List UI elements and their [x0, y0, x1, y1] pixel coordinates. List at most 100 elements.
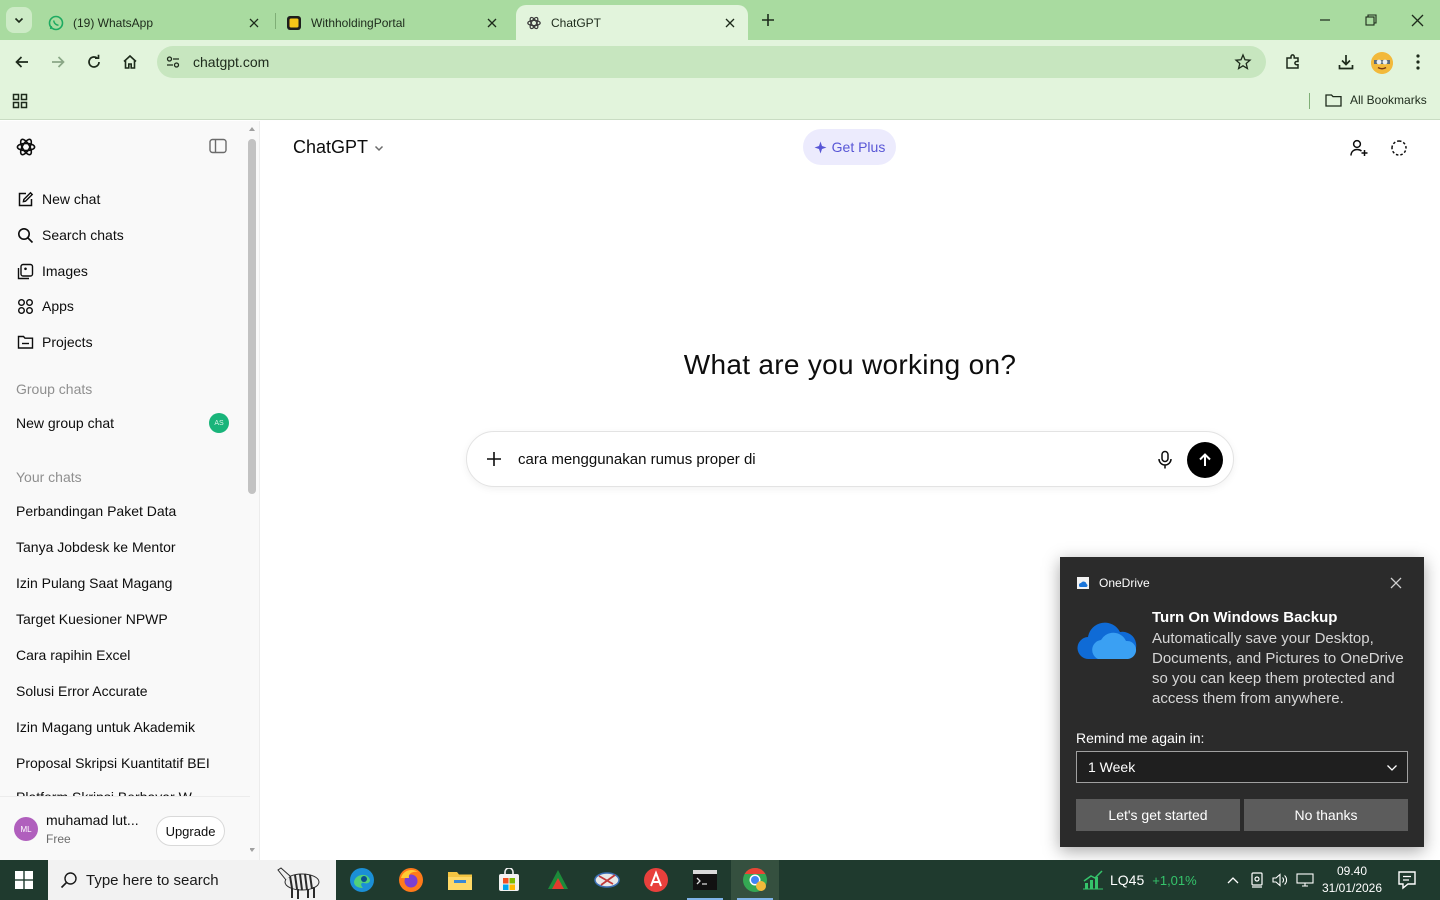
stock-change: +1,01%: [1152, 872, 1197, 888]
openai-logo-icon[interactable]: [15, 136, 37, 158]
address-bar[interactable]: chatgpt.com: [157, 46, 1266, 78]
close-tab-button[interactable]: [246, 15, 262, 31]
restore-button[interactable]: [1359, 8, 1383, 32]
notification-center-icon[interactable]: [1396, 869, 1418, 891]
close-icon[interactable]: [1390, 577, 1402, 589]
taskbar-file-explorer[interactable]: [436, 860, 484, 900]
bookmark-star-icon[interactable]: [1234, 53, 1252, 71]
close-tab-button[interactable]: [484, 15, 500, 31]
get-started-button[interactable]: Let's get started: [1076, 799, 1240, 831]
clock-date: 31/01/2026: [1321, 881, 1383, 895]
volume-button[interactable]: [1270, 870, 1290, 890]
chevron-down-icon: [1387, 765, 1397, 771]
chat-history-item[interactable]: Cara rapihin Excel: [16, 647, 236, 663]
start-button[interactable]: [0, 860, 48, 900]
home-button[interactable]: [118, 50, 142, 74]
user-name[interactable]: muhamad lut...: [46, 812, 139, 828]
show-hidden-icons-button[interactable]: [1223, 870, 1243, 890]
model-selector[interactable]: ChatGPT: [293, 137, 385, 158]
zebra-search-highlight-icon[interactable]: [266, 860, 332, 900]
all-bookmarks-label: All Bookmarks: [1350, 93, 1427, 107]
tab-search-button[interactable]: [6, 7, 32, 33]
sidebar-scrollbar[interactable]: [248, 139, 256, 494]
tab-whatsapp[interactable]: (19) WhatsApp: [38, 5, 272, 40]
network-icon: [1296, 873, 1314, 887]
sparkle-icon: [814, 141, 827, 153]
reload-button[interactable]: [82, 50, 106, 74]
minimize-button[interactable]: [1313, 8, 1337, 32]
tab-title: WithholdingPortal: [311, 15, 406, 30]
forward-button[interactable]: [46, 50, 70, 74]
search-icon: [60, 872, 77, 889]
taskbar-app-red[interactable]: [632, 860, 680, 900]
add-people-button[interactable]: [1348, 137, 1370, 159]
chat-history-item[interactable]: Target Kuesioner NPWP: [16, 611, 236, 627]
compose-icon: [16, 190, 34, 208]
taskbar-edge[interactable]: [338, 860, 386, 900]
chevron-down-icon: [375, 145, 384, 151]
prompt-composer[interactable]: cara menggunakan rumus proper di: [466, 431, 1234, 487]
edge-icon: [350, 868, 374, 892]
prompt-input[interactable]: cara menggunakan rumus proper di: [518, 451, 756, 468]
firefox-icon: [399, 868, 423, 892]
sidebar-item-projects[interactable]: Projects: [8, 325, 240, 359]
remind-interval-select[interactable]: 1 Week: [1076, 751, 1408, 783]
group-chats-heading: Group chats: [16, 381, 93, 397]
sidebar-item-new-chat[interactable]: New chat: [8, 182, 240, 216]
browser-tab-bar: (19) WhatsApp WithholdingPortal ChatGPT: [0, 0, 1440, 40]
tab-chatgpt[interactable]: ChatGPT: [516, 5, 748, 40]
new-group-chat-item[interactable]: New group chat: [16, 415, 196, 431]
downloads-button[interactable]: [1335, 51, 1357, 73]
plus-icon[interactable]: [483, 448, 505, 470]
avatar[interactable]: ML: [14, 817, 38, 841]
windows-taskbar: Type here to search LQ45 +1,01% 09.40 31…: [0, 860, 1440, 900]
sidebar-item-apps[interactable]: Apps: [8, 289, 240, 323]
get-plus-button[interactable]: Get Plus: [803, 129, 896, 165]
more-vertical-icon: [1416, 54, 1420, 70]
no-thanks-button[interactable]: No thanks: [1244, 799, 1408, 831]
sidebar-item-search-chats[interactable]: Search chats: [8, 218, 240, 252]
extensions-button[interactable]: [1282, 51, 1304, 73]
back-button[interactable]: [10, 50, 34, 74]
chat-history-item[interactable]: Perbandingan Paket Data: [16, 503, 236, 519]
chat-history-item[interactable]: Tanya Jobdesk ke Mentor: [16, 539, 236, 555]
microphone-icon[interactable]: [1157, 450, 1173, 470]
chat-history-item[interactable]: Solusi Error Accurate: [16, 683, 236, 699]
network-button[interactable]: [1295, 870, 1315, 890]
tab-withholding-portal[interactable]: WithholdingPortal: [276, 5, 510, 40]
tray-meet-icon[interactable]: [1247, 870, 1267, 890]
chat-history-item[interactable]: Izin Pulang Saat Magang: [16, 575, 236, 591]
model-name: ChatGPT: [293, 137, 369, 157]
sidebar-item-images[interactable]: Images: [8, 254, 240, 288]
apps-grid-icon[interactable]: [12, 93, 28, 109]
chevron-up-icon: [1227, 877, 1239, 884]
avatar-icon: [1371, 52, 1393, 74]
chat-history-item[interactable]: Izin Magang untuk Akademik: [16, 719, 236, 735]
sidebar-account-footer: ML muhamad lut... Free Upgrade: [0, 796, 250, 860]
close-window-button[interactable]: [1405, 8, 1429, 32]
taskbar-microsoft-store[interactable]: [485, 860, 533, 900]
close-tab-button[interactable]: [722, 15, 738, 31]
system-clock[interactable]: 09.40 31/01/2026: [1316, 863, 1388, 897]
sidebar-toggle-icon[interactable]: [209, 138, 227, 154]
globe-app-icon: [594, 872, 620, 888]
url-text: chatgpt.com: [193, 54, 270, 70]
profile-avatar[interactable]: [1371, 52, 1393, 74]
taskbar-terminal[interactable]: [681, 860, 729, 900]
chat-history-item[interactable]: Proposal Skripsi Kuantitatif BEI: [16, 755, 236, 771]
taskbar-chrome[interactable]: [731, 860, 779, 900]
all-bookmarks-button[interactable]: All Bookmarks: [1325, 93, 1427, 107]
taskbar-firefox[interactable]: [387, 860, 435, 900]
browser-menu-button[interactable]: [1407, 51, 1429, 73]
upgrade-button[interactable]: Upgrade: [156, 816, 225, 846]
new-tab-button[interactable]: [757, 9, 779, 31]
speaker-icon: [1272, 873, 1287, 887]
taskbar-app-green[interactable]: [534, 860, 582, 900]
scroll-up-icon[interactable]: [248, 125, 256, 133]
stock-widget[interactable]: LQ45 +1,01%: [1082, 870, 1197, 890]
sidebar-item-label: Apps: [42, 298, 74, 314]
onedrive-app-icon: [1077, 577, 1089, 589]
taskbar-app-globe[interactable]: [583, 860, 631, 900]
send-button[interactable]: [1187, 442, 1223, 478]
temporary-chat-button[interactable]: [1388, 137, 1410, 159]
